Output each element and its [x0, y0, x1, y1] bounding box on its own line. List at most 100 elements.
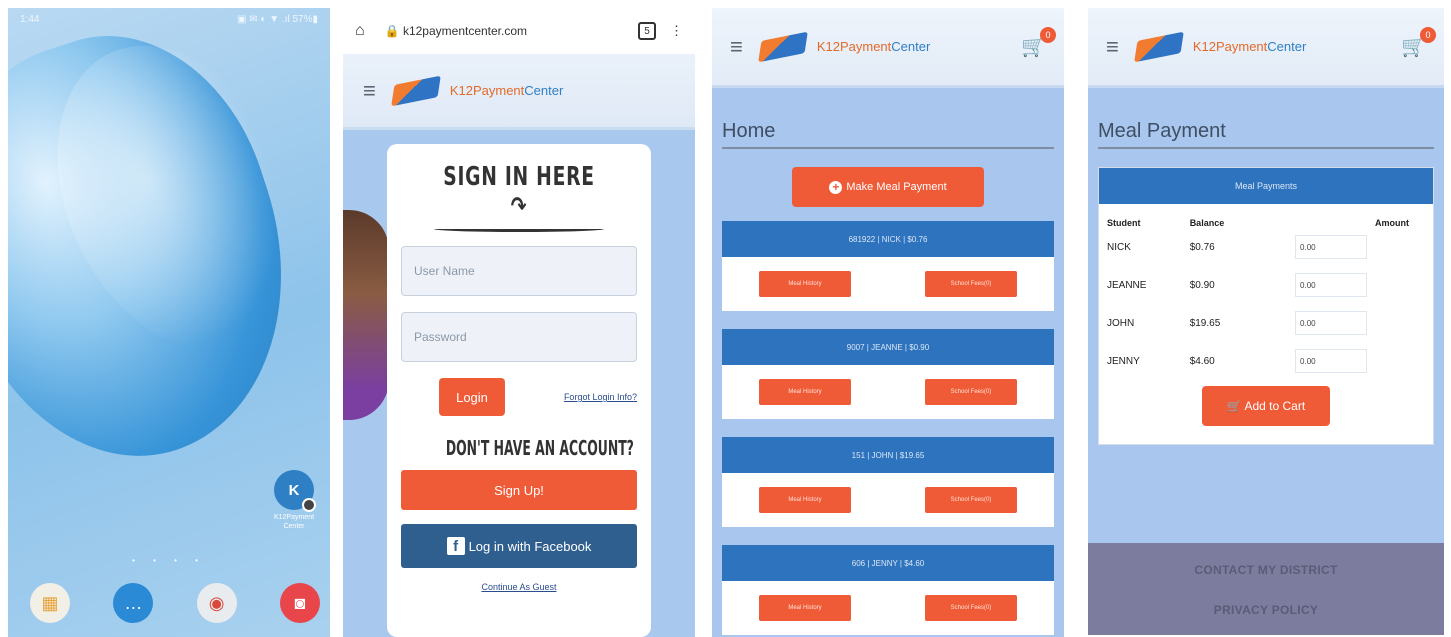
logo-card-icon [1134, 31, 1184, 62]
table-row: JENNY $4.60 0.00 [1099, 342, 1433, 380]
make-meal-payment-label: Make Meal Payment [846, 181, 947, 193]
contact-district-link[interactable]: CONTACT MY DISTRICT [1088, 563, 1444, 577]
home-icon[interactable]: ⌂ [355, 22, 365, 40]
messages-icon[interactable]: … [113, 583, 154, 623]
meal-payments-header: Meal Payments [1099, 168, 1433, 204]
amount-input[interactable]: 0.00 [1295, 235, 1368, 259]
logo-text: K12PaymentCenter [449, 83, 564, 98]
student-name: JOHN [1107, 317, 1135, 329]
hamburger-icon[interactable]: ≡ [730, 34, 743, 60]
logo-card-icon [391, 75, 441, 106]
meal-history-button[interactable]: Meal History [759, 379, 851, 405]
status-time: 1:44 [20, 13, 40, 25]
plus-icon: + [829, 180, 843, 194]
cart-icon[interactable]: 🛒 0 [1401, 27, 1436, 59]
school-fees-button[interactable]: School Fees(0) [925, 595, 1017, 621]
k12-logo[interactable]: K12PaymentCenter [1134, 31, 1307, 62]
page-title: Home [722, 120, 1054, 149]
password-field[interactable]: Password [401, 312, 637, 362]
page-title: Meal Payment [1098, 120, 1434, 149]
hamburger-icon[interactable]: ≡ [1106, 34, 1119, 60]
cart-count-badge: 0 [1420, 27, 1436, 43]
app-dock: ▦ … ◉ ◙ [30, 583, 320, 623]
school-fees-button[interactable]: School Fees(0) [925, 271, 1017, 297]
camera-icon[interactable]: ◙ [279, 583, 320, 623]
k12-logo[interactable]: K12PaymentCenter [758, 31, 930, 62]
site-footer: CONTACT MY DISTRICT PRIVACY POLICY [1088, 543, 1444, 635]
table-row: JEANNE $0.90 0.00 [1099, 266, 1433, 304]
student-name: NICK [1107, 241, 1131, 253]
make-meal-payment-button[interactable]: + Make Meal Payment [792, 167, 984, 207]
student-card-header: 681922 | NICK | $0.76 [722, 221, 1054, 257]
heading-underline [434, 226, 604, 232]
student-name: JEANNE [1107, 279, 1147, 291]
logo-text: K12PaymentCenter [1192, 39, 1307, 54]
student-balance: $19.65 [1189, 317, 1221, 329]
student-balance: $4.60 [1189, 355, 1215, 367]
apps-folder-icon[interactable]: ▦ [30, 583, 70, 623]
facebook-icon: f [446, 537, 465, 555]
meal-history-button[interactable]: Meal History [759, 487, 851, 513]
no-account-heading: DON'T HAVE AN ACCOUNT? [445, 436, 634, 460]
table-row: JOHN $19.65 0.00 [1099, 304, 1433, 342]
meal-history-button[interactable]: Meal History [759, 271, 851, 297]
browser-menu-icon[interactable]: ⋮ [670, 23, 683, 39]
app-badge-icon [302, 498, 316, 512]
column-student: Student [1107, 218, 1141, 228]
signin-card: SIGN IN HERE ↷ User Name Password Login … [387, 144, 651, 637]
table-row: NICK $0.76 0.00 [1099, 228, 1433, 266]
hamburger-icon[interactable]: ≡ [363, 78, 376, 104]
amount-input[interactable]: 0.00 [1295, 273, 1368, 297]
chrome-icon[interactable]: ◉ [196, 583, 237, 623]
school-fees-button[interactable]: School Fees(0) [925, 487, 1017, 513]
add-to-cart-button[interactable]: 🛒 Add to Cart [1202, 386, 1330, 426]
cart-icon[interactable]: 🛒 0 [1021, 27, 1056, 59]
login-button[interactable]: Login [439, 378, 505, 416]
k12-app-shortcut[interactable]: K K12Payment Center [266, 470, 322, 531]
login-background: SIGN IN HERE ↷ User Name Password Login … [343, 130, 695, 637]
school-fees-button[interactable]: School Fees(0) [925, 379, 1017, 405]
amount-input[interactable]: 0.00 [1295, 311, 1368, 335]
facebook-login-button[interactable]: f Log in with Facebook [401, 524, 637, 568]
student-card: 151 | JOHN | $19.65 Meal History School … [722, 437, 1054, 527]
android-home-screen: 1:44 ▣ ✉ ◐ ▼ .ıl 57%▮ K K12Payment Cente… [8, 8, 330, 637]
home-screen: ≡ K12PaymentCenter 🛒 0 Home + Make Meal … [712, 8, 1064, 637]
privacy-policy-link[interactable]: PRIVACY POLICY [1088, 603, 1444, 617]
meal-payments-card: Meal Payments Student Balance Amount NIC… [1098, 167, 1434, 445]
student-card-header: 151 | JOHN | $19.65 [722, 437, 1054, 473]
amount-input[interactable]: 0.00 [1295, 349, 1368, 373]
status-bar: 1:44 ▣ ✉ ◐ ▼ .ıl 57%▮ [8, 8, 330, 30]
meal-history-button[interactable]: Meal History [759, 595, 851, 621]
facebook-login-label: Log in with Facebook [468, 538, 592, 554]
student-photo [343, 210, 389, 420]
meal-payments-table: Student Balance Amount NICK $0.76 0.00 J… [1099, 214, 1433, 380]
sign-up-button[interactable]: Sign Up! [401, 470, 637, 510]
k12-app-label: K12Payment Center [273, 514, 315, 530]
column-balance: Balance [1189, 218, 1225, 228]
logo-card-icon [758, 31, 808, 62]
signin-heading: SIGN IN HERE ↷ [443, 162, 595, 222]
continue-as-guest-link[interactable]: Continue As Guest [401, 582, 637, 592]
home-body: Home + Make Meal Payment 681922 | NICK |… [712, 88, 1064, 637]
k12-app-icon[interactable]: K [274, 470, 316, 512]
cart-count-badge: 0 [1040, 27, 1056, 43]
site-header: ≡ K12PaymentCenter [343, 54, 695, 130]
tabs-count-icon[interactable]: 5 [638, 22, 656, 40]
student-card-header: 9007 | JEANNE | $0.90 [722, 329, 1054, 365]
site-header: ≡ K12PaymentCenter 🛒 0 [712, 8, 1064, 88]
k12-logo[interactable]: K12PaymentCenter [391, 75, 564, 106]
status-icons: ▣ ✉ ◐ ▼ .ıl 57%▮ [237, 13, 318, 25]
student-balance: $0.76 [1189, 241, 1215, 253]
site-header: ≡ K12PaymentCenter 🛒 0 [1088, 8, 1444, 88]
url-bar[interactable]: 🔒 k12paymentcenter.com [385, 24, 638, 38]
meal-payment-body: Meal Payment Meal Payments Student Balan… [1088, 88, 1444, 543]
login-screen: ⌂ 🔒 k12paymentcenter.com 5 ⋮ ≡ K12Paymen… [343, 8, 695, 637]
student-card: 681922 | NICK | $0.76 Meal History Schoo… [722, 221, 1054, 311]
k12-app-letter: K [288, 481, 300, 499]
student-card-header: 606 | JENNY | $4.60 [722, 545, 1054, 581]
username-field[interactable]: User Name [401, 246, 637, 296]
meal-payment-screen: ≡ K12PaymentCenter 🛒 0 Meal Payment Meal… [1088, 8, 1444, 637]
student-balance: $0.90 [1189, 279, 1215, 291]
forgot-login-link[interactable]: Forgot Login Info? [564, 392, 637, 402]
browser-toolbar: ⌂ 🔒 k12paymentcenter.com 5 ⋮ [343, 8, 695, 54]
